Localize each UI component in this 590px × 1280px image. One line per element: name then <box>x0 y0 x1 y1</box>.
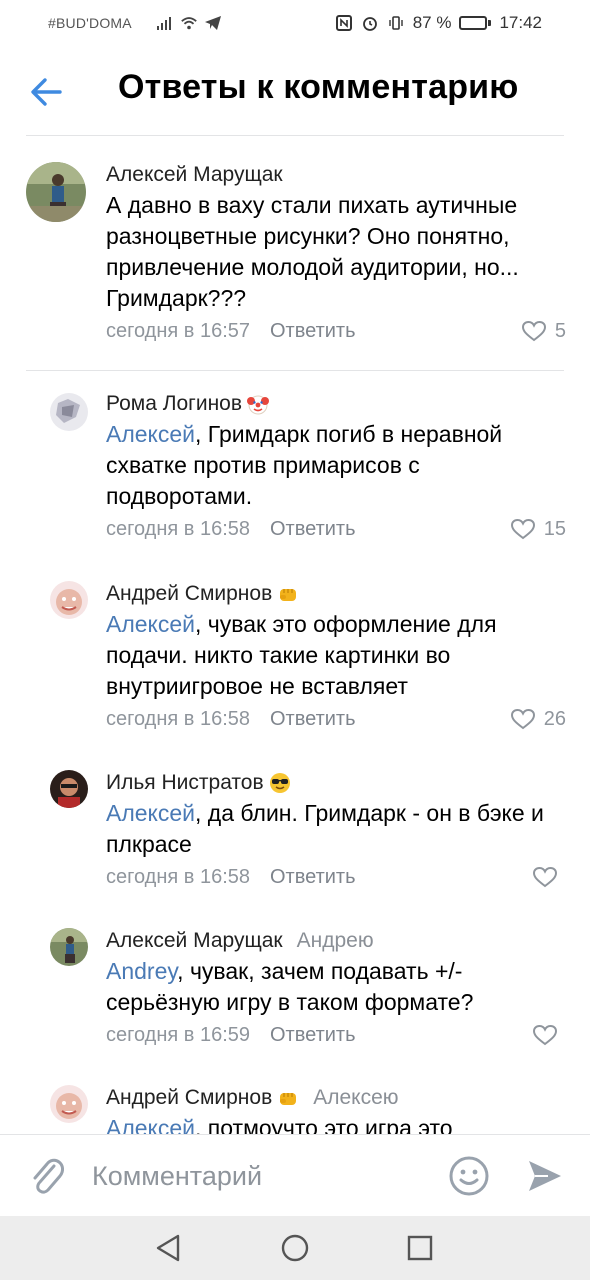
reply-to-label[interactable]: Андрею <box>297 929 374 953</box>
signal-icon <box>156 17 171 30</box>
comment-text: Andrey, чувак, зачем подавать +/- серьёз… <box>106 956 566 1018</box>
thread-divider <box>26 370 564 371</box>
comments-list[interactable]: Алексей Марущак А давно в ваху стали пих… <box>0 136 590 1134</box>
mention-link[interactable]: Алексей <box>106 611 195 637</box>
avatar[interactable] <box>50 770 88 808</box>
carrier-label: #BUD'DOMA <box>48 15 132 31</box>
comment-input-bar <box>0 1134 590 1216</box>
like-button[interactable] <box>532 1018 566 1052</box>
comment-time: сегодня в 16:59 <box>106 1023 250 1046</box>
comment-time: сегодня в 16:58 <box>106 865 250 888</box>
comment-meta: сегодня в 16:58 Ответить <box>106 860 566 894</box>
reply-button[interactable]: Ответить <box>270 1024 356 1047</box>
avatar[interactable] <box>50 581 88 619</box>
comment-author[interactable]: Алексей Марущак <box>106 929 283 953</box>
avatar[interactable] <box>50 393 88 431</box>
comment-author[interactable]: Рома Логинов <box>106 392 242 416</box>
fist-icon <box>280 589 297 601</box>
comment-text-body: , потмоучто это игра это <box>195 1115 453 1134</box>
reply-button[interactable]: Ответить <box>270 518 356 541</box>
heart-icon <box>521 320 546 342</box>
triangle-back-icon <box>156 1234 180 1262</box>
attach-button[interactable] <box>24 1153 70 1199</box>
like-button[interactable]: 15 <box>510 512 566 546</box>
nav-recents-button[interactable] <box>402 1230 438 1266</box>
mention-link[interactable]: Алексей <box>106 1115 195 1134</box>
system-nav-bar <box>0 1216 590 1280</box>
clown-face-icon <box>247 395 269 415</box>
clock: 17:42 <box>499 13 542 32</box>
status-bar: #BUD'DOMA 87 % 17:42 <box>0 0 590 46</box>
fist-icon <box>280 1093 297 1105</box>
comment-time: сегодня в 16:58 <box>106 707 250 730</box>
heart-icon <box>510 708 535 730</box>
battery-percent: 87 % <box>412 13 452 32</box>
nav-home-button[interactable] <box>277 1230 313 1266</box>
send-button[interactable] <box>522 1153 568 1199</box>
comment-text: Алексей, чувак это оформление для подачи… <box>106 609 566 702</box>
comment-input[interactable] <box>92 1153 422 1199</box>
mention-link[interactable]: Andrey <box>106 958 177 984</box>
battery-icon <box>459 16 492 30</box>
nav-back-button[interactable] <box>150 1230 186 1266</box>
comment-text: А давно в ваху стали пихать аутичные раз… <box>106 190 566 314</box>
paperclip-icon <box>33 1158 64 1194</box>
send-icon <box>529 1161 561 1191</box>
heart-icon <box>532 866 558 888</box>
comment-text-body: А давно в ваху стали пихать аутичные раз… <box>106 192 519 311</box>
like-count: 26 <box>543 707 566 730</box>
comment-author[interactable]: Илья Нистратов <box>106 771 264 795</box>
nfc-icon <box>335 15 352 31</box>
header: Ответы к комментарию <box>0 46 590 136</box>
emoji-button[interactable] <box>446 1153 492 1199</box>
page-title: Ответы к комментарию <box>118 68 519 106</box>
avatar[interactable] <box>26 162 86 222</box>
comment-meta: сегодня в 16:59 Ответить <box>106 1018 566 1052</box>
like-count: 15 <box>543 517 566 540</box>
avatar[interactable] <box>50 1085 88 1123</box>
comment-text: Алексей, Гримдарк погиб в неравной схват… <box>106 419 566 512</box>
like-button[interactable] <box>532 860 566 894</box>
comment-author[interactable]: Андрей Смирнов <box>106 582 272 606</box>
heart-icon <box>510 518 535 540</box>
heart-icon <box>532 1024 558 1046</box>
mention-link[interactable]: Алексей <box>106 800 195 826</box>
arrow-left-icon <box>31 78 62 106</box>
mention-link[interactable]: Алексей <box>106 421 195 447</box>
comment-time: сегодня в 16:58 <box>106 517 250 540</box>
vibrate-icon <box>389 16 403 30</box>
reply-button[interactable]: Ответить <box>270 866 356 889</box>
comment-text: Алексей, потмоучто это игра это <box>106 1113 566 1134</box>
comment-author[interactable]: Андрей Смирнов <box>106 1086 272 1110</box>
reply-to-label[interactable]: Алексею <box>313 1086 398 1110</box>
avatar[interactable] <box>50 928 88 966</box>
alarm-icon <box>362 17 377 31</box>
smile-icon <box>449 1156 489 1196</box>
comment-time: сегодня в 16:57 <box>106 319 250 342</box>
like-button[interactable]: 5 <box>521 314 566 348</box>
like-button[interactable]: 26 <box>510 702 566 736</box>
square-recents-icon <box>407 1235 433 1261</box>
reply-button[interactable]: Ответить <box>270 708 356 731</box>
comment-meta: сегодня в 16:58 Ответить 15 <box>106 512 566 546</box>
reply-button[interactable]: Ответить <box>270 320 356 343</box>
telegram-icon <box>204 16 221 30</box>
sunglasses-face-icon <box>269 773 290 793</box>
comment-text: Алексей, да блин. Гримдарк - он в бэке и… <box>106 798 566 860</box>
like-count: 5 <box>554 319 566 342</box>
back-button[interactable] <box>24 70 68 114</box>
circle-home-icon <box>281 1234 309 1262</box>
comment-meta: сегодня в 16:58 Ответить 26 <box>106 702 566 736</box>
comment-author[interactable]: Алексей Марущак <box>106 163 283 187</box>
wifi-icon <box>181 17 197 30</box>
comment-meta: сегодня в 16:57 Ответить 5 <box>106 314 566 348</box>
